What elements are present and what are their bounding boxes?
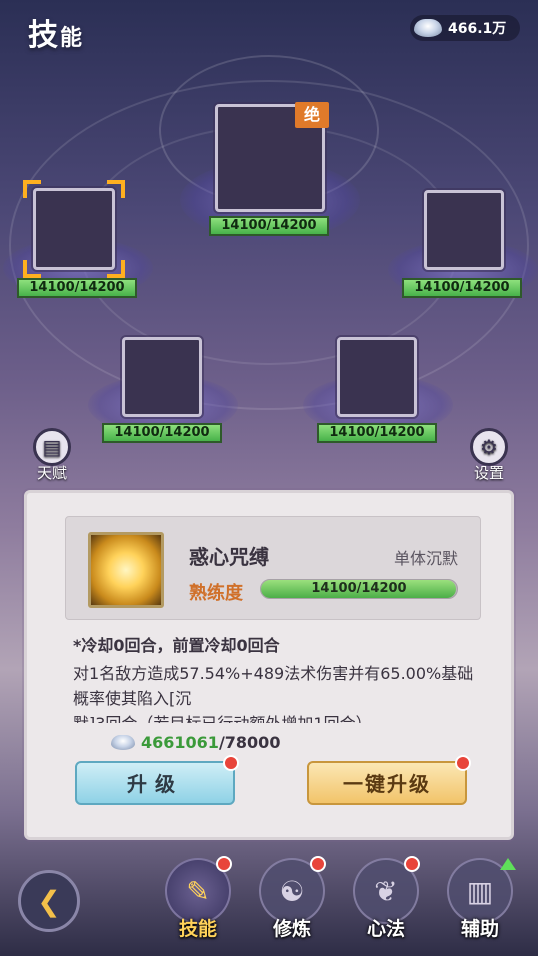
cost-required: /78000 bbox=[218, 733, 281, 752]
skill-progress-label: 14100/14200 bbox=[317, 423, 437, 443]
nav-cultivation-dot bbox=[310, 856, 326, 872]
skill-slot-bottom-right[interactable]: 14100/14200 bbox=[302, 335, 453, 447]
skill-slot-top[interactable]: 绝 14100/14200 bbox=[180, 100, 360, 240]
upgrade-available-icon bbox=[500, 858, 516, 870]
proficiency-label: 熟练度 bbox=[189, 583, 243, 604]
cost-owned: 4661061 bbox=[141, 733, 219, 752]
nav-mind-method-dot bbox=[404, 856, 420, 872]
settings-label: 设置 bbox=[473, 464, 504, 482]
chain-gold-icon bbox=[33, 188, 115, 270]
selection-corner bbox=[107, 260, 125, 278]
selection-corner bbox=[23, 260, 41, 278]
skill-progress-label: 14100/14200 bbox=[17, 278, 137, 298]
talent-button[interactable]: ▤ 天赋 bbox=[27, 428, 77, 483]
gear-icon: ⚙ bbox=[470, 428, 508, 466]
page-title: 技能 bbox=[28, 18, 85, 53]
nav-skills-dot bbox=[216, 856, 232, 872]
skill-progress-label: 14100/14200 bbox=[402, 278, 522, 298]
upgrade-cost: 4661061/78000 bbox=[111, 733, 280, 752]
currency-display: 466.1万 bbox=[410, 15, 520, 41]
proficiency-value: 14100/14200 bbox=[311, 581, 407, 596]
upgrade-notify-dot bbox=[223, 755, 239, 771]
back-arrow-icon: ❮ bbox=[37, 884, 61, 918]
talent-label: 天赋 bbox=[36, 464, 67, 482]
chain-gold-icon bbox=[88, 532, 164, 608]
skill-detail-panel: 惑心咒缚 单体沉默 熟练度 14100/14200 *冷却0回合，前置冷却0回合… bbox=[24, 490, 514, 840]
currency-value: 466.1万 bbox=[448, 21, 507, 37]
green-burst-icon bbox=[122, 337, 202, 417]
skill-progress-label: 14100/14200 bbox=[102, 423, 222, 443]
back-button[interactable]: ❮ bbox=[18, 870, 80, 932]
nav-assist[interactable]: ▥ 辅助 bbox=[442, 858, 518, 941]
silver-ingot-icon bbox=[414, 19, 442, 37]
silver-ingot-icon bbox=[111, 735, 135, 750]
one-key-upgrade-button[interactable]: 一键升级 bbox=[307, 761, 467, 805]
skill-slot-right[interactable]: 14100/14200 bbox=[387, 188, 538, 303]
green-totem-icon bbox=[424, 190, 504, 270]
proficiency-bar: 14100/14200 bbox=[260, 579, 458, 599]
talent-card-icon: ▤ bbox=[33, 428, 71, 466]
fire-demon-icon bbox=[337, 337, 417, 417]
upgrade-button[interactable]: 升级 bbox=[75, 761, 235, 805]
skill-description: 对1名敌方造成57.54%+489法术伤害并有65.00%基础概率使其陷入[沉默… bbox=[73, 664, 474, 723]
cooldown-line: *冷却0回合，前置冷却0回合 bbox=[73, 636, 280, 655]
selection-corner bbox=[23, 180, 41, 198]
skill-type: 单体沉默 bbox=[393, 549, 458, 568]
skill-progress-label: 14100/14200 bbox=[209, 216, 329, 236]
skill-slot-bottom-left[interactable]: 14100/14200 bbox=[87, 335, 238, 447]
one-key-notify-dot bbox=[455, 755, 471, 771]
skill-slot-left[interactable]: 14100/14200 bbox=[2, 178, 153, 303]
skill-info-card: 惑心咒缚 单体沉默 熟练度 14100/14200 bbox=[65, 516, 481, 620]
selection-corner bbox=[107, 180, 125, 198]
ultimate-badge: 绝 bbox=[295, 102, 329, 128]
settings-button[interactable]: ⚙ 设置 bbox=[464, 428, 514, 483]
skill-name: 惑心咒缚 bbox=[189, 545, 269, 569]
